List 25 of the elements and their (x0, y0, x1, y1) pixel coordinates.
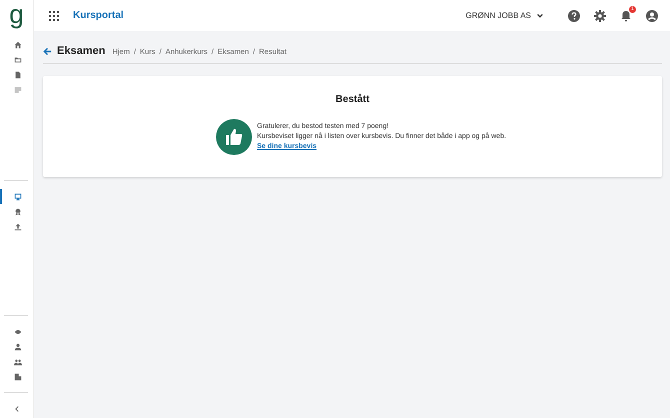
award-icon (14, 208, 22, 216)
result-title: Bestått (334, 94, 370, 105)
folder-icon (14, 56, 22, 64)
chevron-down-icon (536, 12, 544, 20)
building-icon (14, 372, 22, 381)
home-icon (14, 40, 22, 49)
person-icon (14, 342, 22, 351)
logo: g (8, 0, 25, 31)
apps-icon[interactable] (49, 10, 59, 20)
page-title: Eksamen (57, 45, 106, 57)
account-icon[interactable] (646, 10, 658, 22)
list-icon (14, 86, 22, 94)
document-icon (14, 70, 22, 79)
thumbs-up-icon (216, 119, 252, 155)
monitor-icon (14, 192, 22, 201)
eye-icon (14, 328, 22, 336)
app-title: Kursportal (73, 10, 124, 21)
company-dropdown[interactable]: GRØNN JOBB AS (460, 10, 550, 21)
back-arrow-icon[interactable] (43, 46, 52, 56)
chevron-left-icon (14, 406, 20, 412)
settings-icon[interactable] (594, 10, 606, 22)
notification-icon[interactable] (620, 10, 632, 22)
upload-icon (14, 222, 22, 231)
people-icon (14, 358, 22, 366)
help-icon[interactable] (568, 10, 580, 22)
